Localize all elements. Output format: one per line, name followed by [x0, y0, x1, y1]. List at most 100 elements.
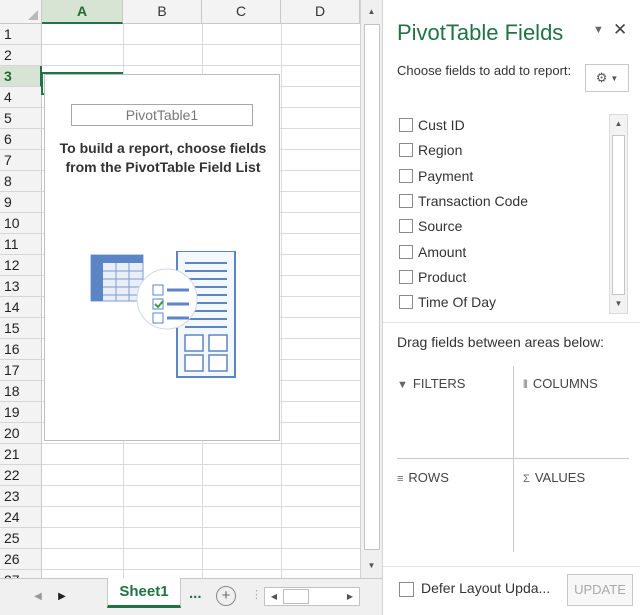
field-checkbox[interactable] — [399, 168, 413, 183]
horizontal-scrollbar[interactable]: ◀ ▶ — [264, 587, 360, 606]
tab-splitter-handle[interactable]: ⋮ — [251, 588, 262, 601]
column-header-b[interactable]: B — [123, 0, 202, 24]
choose-fields-label: Choose fields to add to report: — [397, 63, 572, 78]
scroll-up-icon[interactable]: ▲ — [361, 2, 382, 22]
field-item[interactable]: Cust ID — [399, 114, 465, 136]
row-header-26[interactable]: 26 — [0, 549, 42, 570]
gridline-row — [42, 548, 360, 549]
scroll-left-icon[interactable]: ◀ — [266, 588, 282, 605]
field-scroll-up-icon[interactable]: ▲ — [610, 115, 627, 133]
defer-layout-label[interactable]: Defer Layout Upda... — [421, 580, 550, 596]
defer-layout-checkbox[interactable] — [399, 582, 414, 597]
row-header-8[interactable]: 8 — [0, 171, 42, 192]
field-list-scrollbar[interactable]: ▲ ▼ — [609, 114, 628, 314]
next-sheet-icon[interactable]: ▶ — [52, 587, 72, 607]
field-item[interactable]: Amount — [399, 241, 466, 263]
field-checkbox[interactable] — [399, 143, 413, 158]
row-header-5[interactable]: 5 — [0, 108, 42, 129]
scroll-right-icon[interactable]: ▶ — [342, 588, 358, 605]
select-all-triangle — [28, 10, 38, 20]
row-header-4[interactable]: 4 — [0, 87, 42, 108]
row-header-3[interactable]: 3 — [0, 66, 42, 87]
row-header-17[interactable]: 17 — [0, 360, 42, 381]
field-scroll-down-icon[interactable]: ▼ — [610, 295, 627, 313]
column-header-a[interactable]: A — [42, 0, 123, 24]
field-item[interactable]: Source — [399, 215, 462, 237]
row-header-14[interactable]: 14 — [0, 297, 42, 318]
pane-title: PivotTable Fields — [397, 20, 564, 45]
sheet-vertical-scrollbar[interactable]: ▲ ▼ — [360, 0, 382, 578]
row-header-22[interactable]: 22 — [0, 465, 42, 486]
row-header-16[interactable]: 16 — [0, 339, 42, 360]
field-item[interactable]: Product — [399, 266, 466, 288]
rows-text: ROWS — [408, 470, 449, 485]
field-checkbox[interactable] — [399, 295, 413, 310]
column-header-c[interactable]: C — [202, 0, 281, 24]
field-checkbox[interactable] — [399, 193, 413, 208]
row-header-12[interactable]: 12 — [0, 255, 42, 276]
field-list: Cust ID Region Payment Transaction Code Sour… — [397, 114, 623, 314]
prev-sheet-icon[interactable]: ◀ — [28, 587, 48, 607]
row-header-23[interactable]: 23 — [0, 486, 42, 507]
horizontal-scroll-thumb[interactable] — [283, 589, 309, 604]
row-header-25[interactable]: 25 — [0, 528, 42, 549]
sheet-scroll-thumb[interactable] — [364, 24, 380, 550]
field-label: Transaction Code — [418, 192, 528, 209]
row-header-6[interactable]: 6 — [0, 129, 42, 150]
rows-label: ≡ ROWS — [397, 470, 449, 485]
gridline-row — [42, 65, 360, 66]
add-sheet-icon[interactable]: + — [216, 586, 236, 606]
column-header-d[interactable]: D — [281, 0, 360, 24]
sigma-icon: Σ — [523, 473, 530, 485]
pivottable-fields-pane: PivotTable Fields ▼ ✕ Choose fields to a… — [382, 0, 640, 615]
pivottable-placeholder[interactable]: PivotTable1 To build a report, choose fi… — [44, 74, 280, 441]
spreadsheet-grid[interactable]: A B C D 1 2 3 4 5 6 7 8 9 10 11 12 13 14 15 16 17 18 19 20 2… — [0, 0, 360, 578]
field-checkbox[interactable] — [399, 244, 413, 259]
values-label: Σ VALUES — [523, 470, 585, 485]
columns-label: ⦀ COLUMNS — [523, 376, 598, 392]
pivottable-instructions-line1: To build a report, choose fields — [59, 140, 267, 156]
columns-area[interactable]: ⦀ COLUMNS — [517, 366, 633, 452]
select-all-corner[interactable] — [0, 0, 42, 24]
row-header-27[interactable]: 27 — [0, 570, 42, 578]
more-sheets-button[interactable]: ... — [189, 585, 202, 602]
field-checkbox[interactable] — [399, 118, 413, 132]
row-header-11[interactable]: 11 — [0, 234, 42, 255]
update-button[interactable]: UPDATE — [567, 574, 633, 606]
row-header-2[interactable]: 2 — [0, 45, 42, 66]
field-item[interactable]: Time Of Day — [399, 291, 496, 313]
gear-icon: ⚙ — [595, 70, 608, 85]
chevron-down-icon: ▼ — [610, 73, 619, 83]
scroll-down-icon[interactable]: ▼ — [361, 556, 382, 576]
row-header-15[interactable]: 15 — [0, 318, 42, 339]
row-header-20[interactable]: 20 — [0, 423, 42, 444]
field-checkbox[interactable] — [399, 269, 413, 284]
filters-text: FILTERS — [412, 376, 466, 391]
field-label: Cust ID — [418, 117, 465, 133]
row-header-10[interactable]: 10 — [0, 213, 42, 234]
field-item[interactable]: Transaction Code — [399, 190, 528, 212]
close-icon[interactable]: ✕ — [613, 20, 627, 40]
field-label: Product — [418, 268, 467, 285]
row-header-7[interactable]: 7 — [0, 150, 42, 171]
values-area[interactable]: Σ VALUES — [517, 462, 633, 548]
row-header-21[interactable]: 21 — [0, 444, 42, 465]
row-header-9[interactable]: 9 — [0, 192, 42, 213]
row-header-24[interactable]: 24 — [0, 507, 42, 528]
pane-options-caret-icon[interactable]: ▼ — [593, 24, 604, 36]
field-checkbox[interactable] — [399, 219, 413, 234]
field-item[interactable]: Region — [399, 139, 462, 161]
filters-area[interactable]: ▼ FILTERS — [397, 366, 513, 452]
tools-gear-button[interactable]: ⚙ ▼ — [585, 64, 629, 92]
pivot-report-illustration — [90, 251, 236, 378]
field-item[interactable]: Payment — [399, 165, 473, 187]
row-header-1[interactable]: 1 — [0, 24, 42, 45]
columns-icon: ⦀ — [523, 379, 528, 391]
row-header-19[interactable]: 19 — [0, 402, 42, 423]
field-scroll-thumb[interactable] — [612, 135, 625, 295]
field-label: Amount — [418, 243, 467, 260]
sheet-tab-sheet1[interactable]: Sheet1 — [107, 578, 181, 608]
row-header-13[interactable]: 13 — [0, 276, 42, 297]
row-header-18[interactable]: 18 — [0, 381, 42, 402]
rows-area[interactable]: ≡ ROWS — [397, 462, 513, 548]
